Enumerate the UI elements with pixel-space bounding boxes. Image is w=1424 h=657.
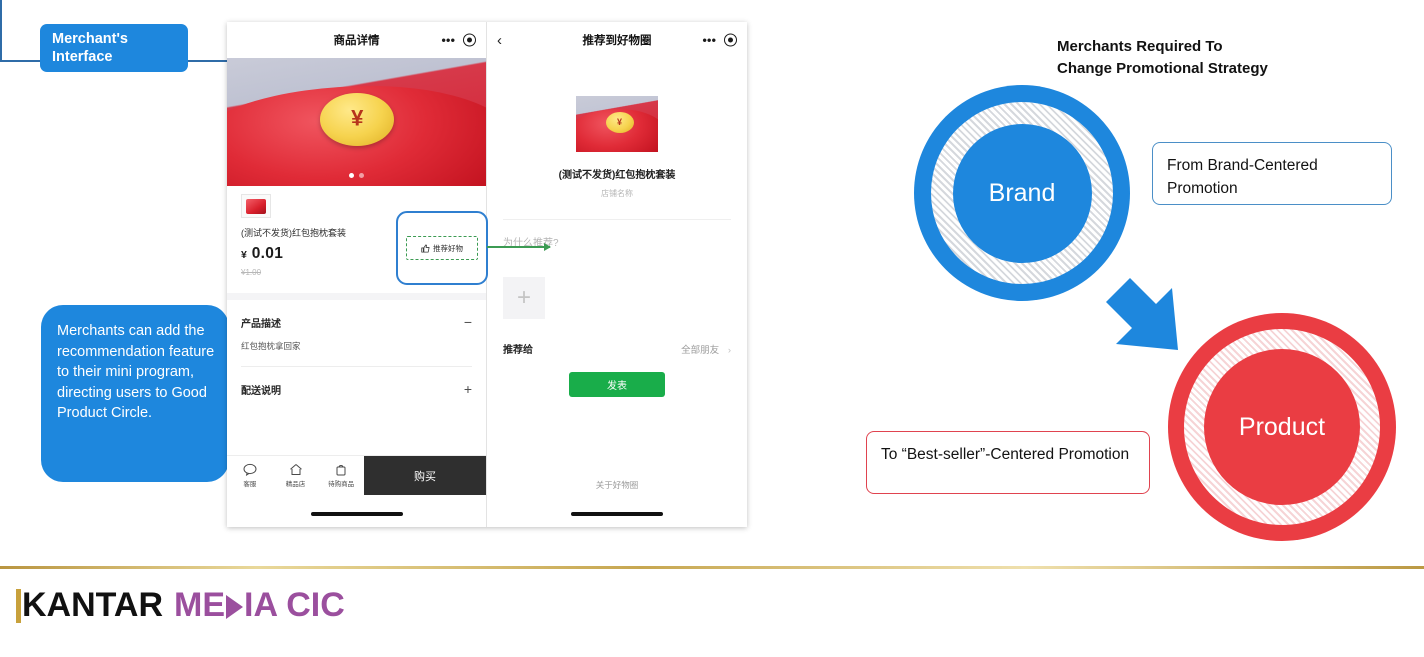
back-icon[interactable]: ‹ [497, 33, 502, 48]
product-circle-label: Product [1238, 412, 1326, 441]
logo-triangle-d-icon [226, 594, 244, 619]
hero-coin-shape [320, 92, 395, 146]
merchant-callout-box: Merchants can add the recommendation fea… [41, 305, 229, 482]
brand-circle-core: Brand [952, 123, 1092, 263]
tab-label: 待购商品 [328, 481, 355, 488]
merchants-interface-label: Merchant's Interface [52, 31, 128, 65]
brand-circle-label: Brand [988, 178, 1056, 207]
accordion-collapse-icon[interactable]: − [464, 314, 472, 330]
accordion-title: 配送说明 [241, 385, 281, 397]
gold-divider [0, 566, 1424, 569]
logo-kantar-text: KANTAR [22, 586, 164, 624]
recommend-product-image [576, 96, 658, 152]
product-circle-hatch-ring: Product [1184, 329, 1380, 525]
logo-gold-bar [16, 588, 21, 623]
right-panel-title: Merchants Required To Change Promotional… [1057, 38, 1268, 77]
buy-button[interactable]: 购买 [364, 456, 486, 495]
wechat-capsule[interactable]: ••• [441, 33, 476, 47]
product-detail-navbar: 商品详情 ••• [227, 22, 486, 58]
slide-root: Merchant's Interface Merchants can add t… [0, 0, 1424, 657]
flow-arrow-green [487, 242, 551, 251]
recommend-feature-highlight: 推荐好物 [396, 211, 488, 285]
tab-customer-service[interactable]: 客服 [227, 456, 273, 495]
recommend-reason-input[interactable]: 为什么推荐? [487, 220, 747, 249]
product-circle-core: Product [1204, 349, 1360, 505]
tab-label: 客服 [243, 481, 257, 488]
about-good-product-circle-link[interactable]: 关于好物圈 [487, 479, 747, 491]
hero-coin-shape [605, 111, 634, 133]
product-circle: Product [1168, 313, 1396, 541]
merchants-interface-badge: Merchant's Interface [40, 24, 188, 72]
tab-cart[interactable]: 待购商品 [318, 456, 364, 495]
logo-ia-cic-text: IA CIC [244, 586, 345, 624]
tab-boutique[interactable]: 精品店 [273, 456, 319, 495]
recommend-to-value-group[interactable]: 全部朋友 › [681, 342, 731, 356]
wechat-capsule[interactable]: ••• [702, 33, 737, 47]
recommend-to-label: 推荐给 [503, 345, 533, 356]
add-photo-button[interactable]: + [503, 277, 545, 319]
logo-media-cic-text: ME IA CIC [174, 586, 345, 625]
recommend-good-button[interactable]: 推荐好物 [406, 236, 478, 260]
to-best-seller-centered-text: To “Best-seller”-Centered Promotion [881, 446, 1130, 463]
product-hero-image[interactable] [227, 58, 486, 186]
home-indicator [571, 512, 663, 516]
more-dots-icon[interactable]: ••• [441, 33, 455, 46]
logo-me-text: ME [174, 586, 226, 624]
close-target-icon[interactable] [463, 33, 476, 47]
kantar-media-cic-logo: KANTAR ME IA CIC [16, 586, 345, 625]
close-target-icon[interactable] [724, 33, 737, 47]
bag-icon [334, 463, 348, 476]
recommend-to-value: 全部朋友 [681, 344, 720, 356]
accordion-expand-icon[interactable]: + [464, 381, 472, 397]
bottom-tabbar: 客服 精品店 待购商品 购买 [227, 455, 486, 495]
recommend-good-label: 推荐好物 [433, 243, 463, 253]
thumbnail-image [246, 198, 266, 214]
from-brand-centered-box: From Brand-Centered Promotion [1152, 142, 1392, 205]
recommend-navbar: ‹ 推荐到好物圈 ••• [487, 22, 747, 58]
recommend-screen: ‹ 推荐到好物圈 ••• (测试不发货)红包抱枕套装 店铺名称 为什么推荐? +… [487, 22, 747, 527]
recommend-to-row[interactable]: 推荐给 全部朋友 › [487, 319, 747, 357]
price-currency-symbol: ¥ [241, 249, 248, 261]
price-value: 0.01 [251, 245, 284, 262]
chat-icon [243, 463, 257, 477]
chevron-right-icon: › [727, 344, 731, 356]
accordion-delivery-info[interactable]: 配送说明 + [227, 367, 486, 407]
product-thumbnail[interactable] [241, 194, 271, 218]
transition-arrow-icon [1100, 272, 1195, 367]
carousel-dot-active[interactable] [349, 173, 354, 178]
section-separator [227, 293, 486, 300]
recommend-shop-name: 店铺名称 [601, 189, 633, 198]
accordion-body-text: 红包抱枕拿回家 [241, 341, 301, 351]
more-dots-icon[interactable]: ••• [702, 33, 716, 46]
brand-circle-hatch-ring: Brand [931, 102, 1113, 284]
home-indicator [310, 512, 403, 516]
brand-circle: Brand [914, 85, 1130, 301]
recommend-product-title: (测试不发货)红包抱枕套装 [558, 170, 676, 181]
callout-connector-vertical [0, 0, 2, 60]
thumbs-up-icon [421, 243, 430, 253]
from-brand-centered-text: From Brand-Centered Promotion [1167, 157, 1318, 197]
home-icon [289, 463, 303, 476]
tab-label: 精品店 [285, 481, 306, 488]
carousel-dots[interactable] [227, 173, 486, 178]
accordion-product-description[interactable]: 产品描述 − [227, 300, 486, 340]
to-best-seller-centered-box: To “Best-seller”-Centered Promotion [866, 431, 1150, 494]
accordion-title: 产品描述 [241, 318, 281, 330]
merchant-callout-text: Merchants can add the recommendation fea… [57, 323, 215, 421]
carousel-dot[interactable] [359, 173, 364, 178]
publish-button[interactable]: 发表 [569, 372, 665, 397]
